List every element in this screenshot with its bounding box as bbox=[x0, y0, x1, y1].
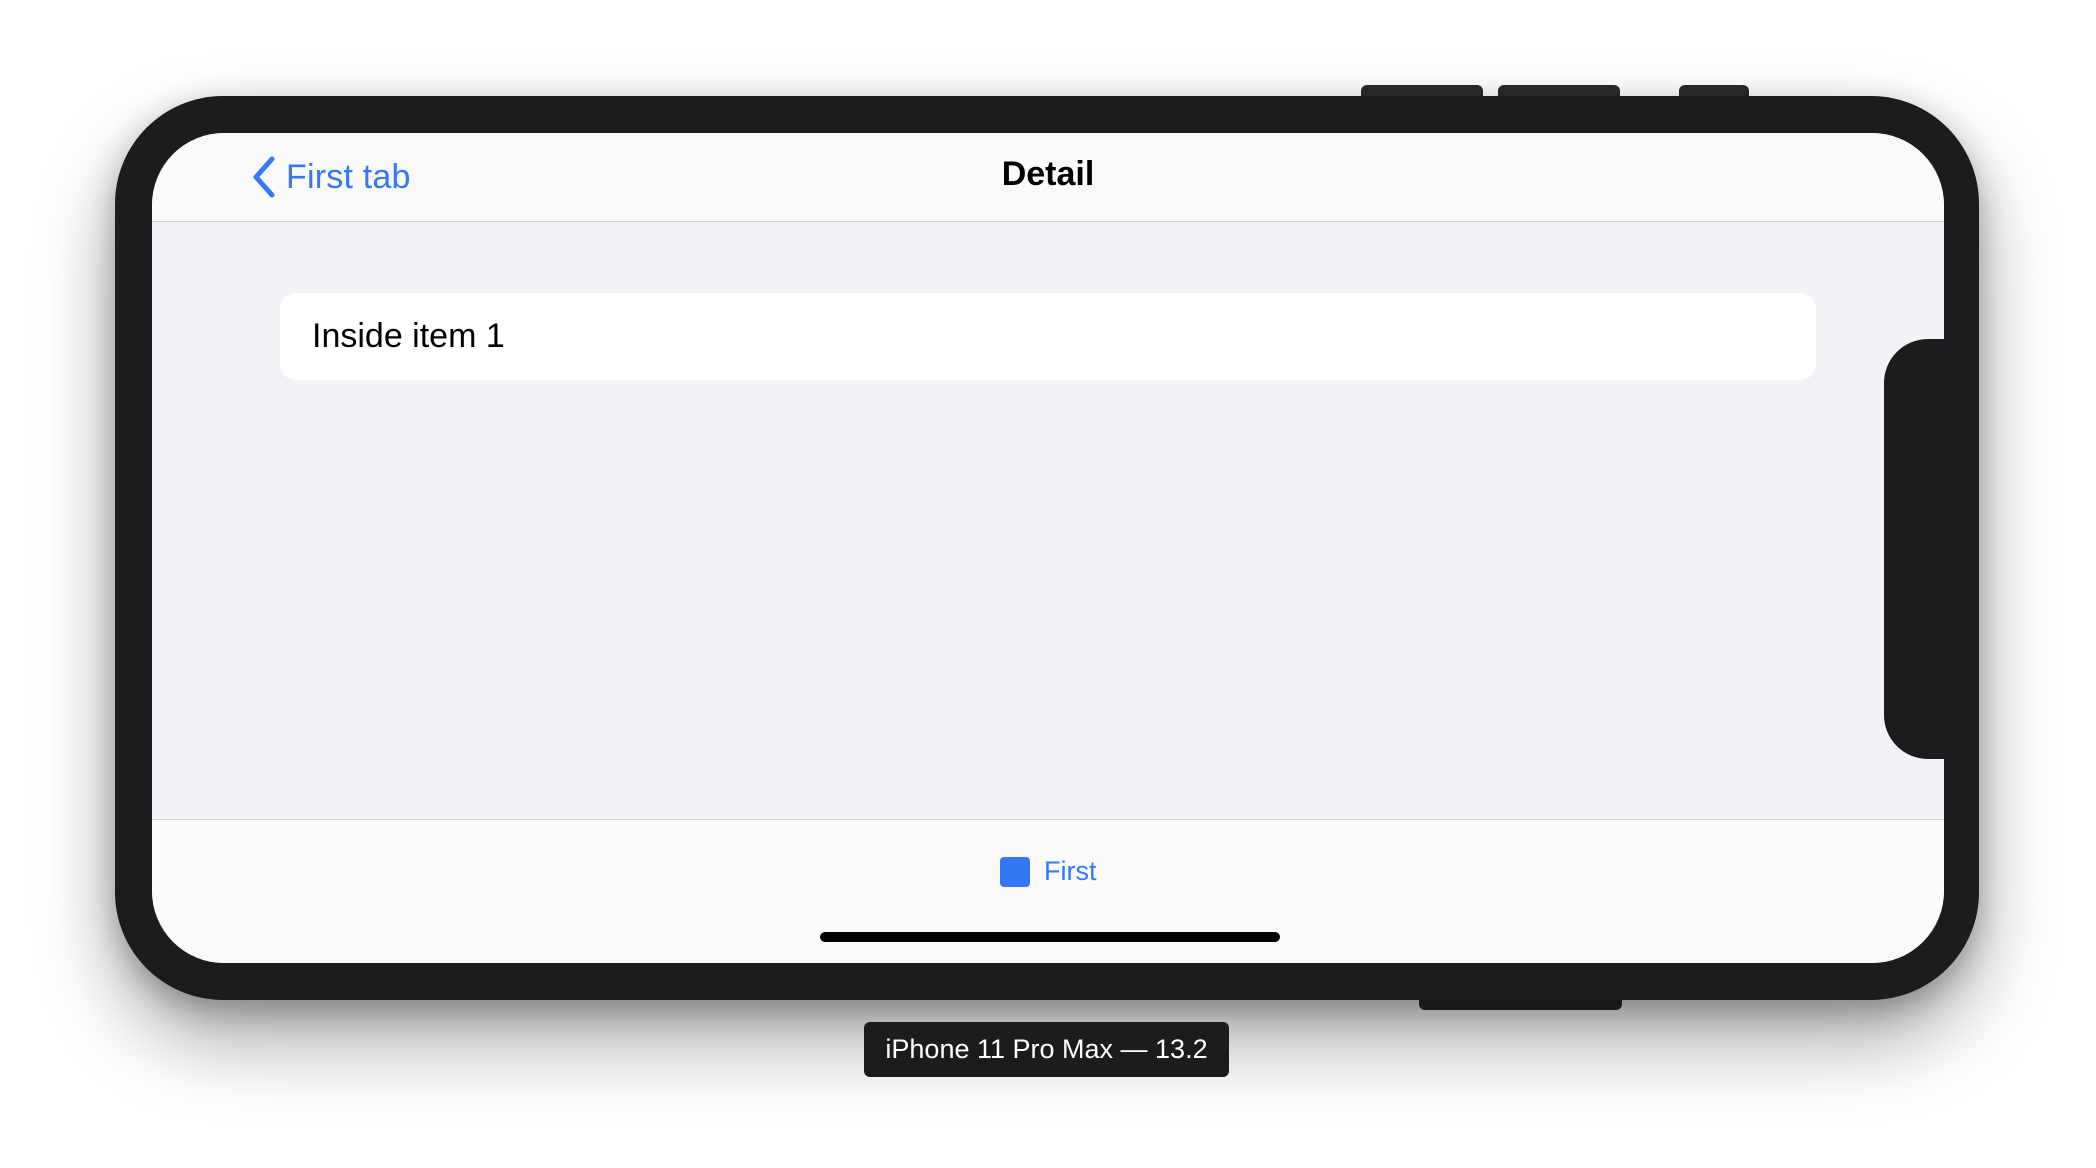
tab-first-label: First bbox=[1044, 856, 1097, 886]
tab-first[interactable]: First bbox=[1000, 856, 1096, 887]
simulator-stage: First tab Detail Inside item 1 First iPh… bbox=[0, 0, 2096, 1168]
list-item[interactable]: Inside item 1 bbox=[280, 293, 1816, 380]
home-indicator[interactable] bbox=[820, 932, 1280, 942]
sensor-notch bbox=[1884, 339, 1944, 759]
list-item-label: Inside item 1 bbox=[312, 317, 505, 355]
navigation-bar: First tab Detail bbox=[152, 133, 1944, 222]
device-caption: iPhone 11 Pro Max — 13.2 bbox=[864, 1022, 1229, 1077]
square-icon bbox=[1000, 856, 1030, 887]
page-title: Detail bbox=[1001, 155, 1095, 193]
device-screen: First tab Detail Inside item 1 First bbox=[152, 133, 1944, 963]
tab-bar: First bbox=[152, 819, 1944, 963]
